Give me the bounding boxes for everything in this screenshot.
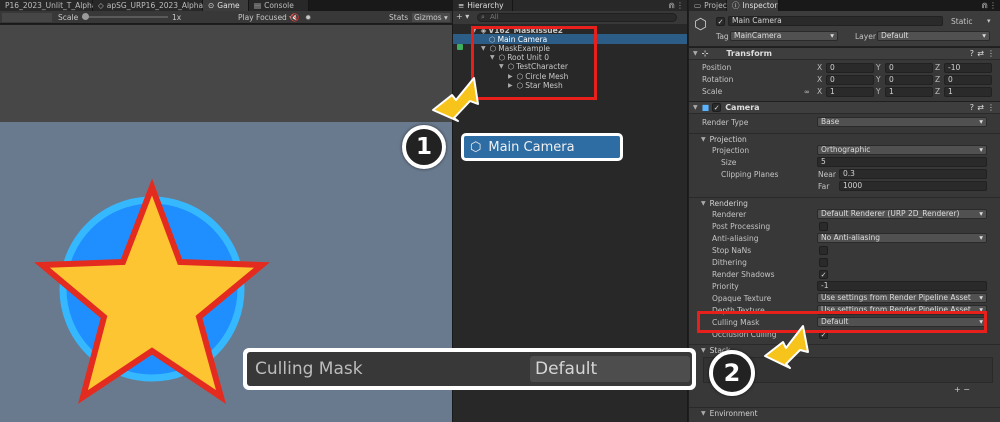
arrow-2-icon xyxy=(764,325,809,369)
arrow-1-icon xyxy=(432,77,479,122)
callout-arrows xyxy=(432,77,809,369)
